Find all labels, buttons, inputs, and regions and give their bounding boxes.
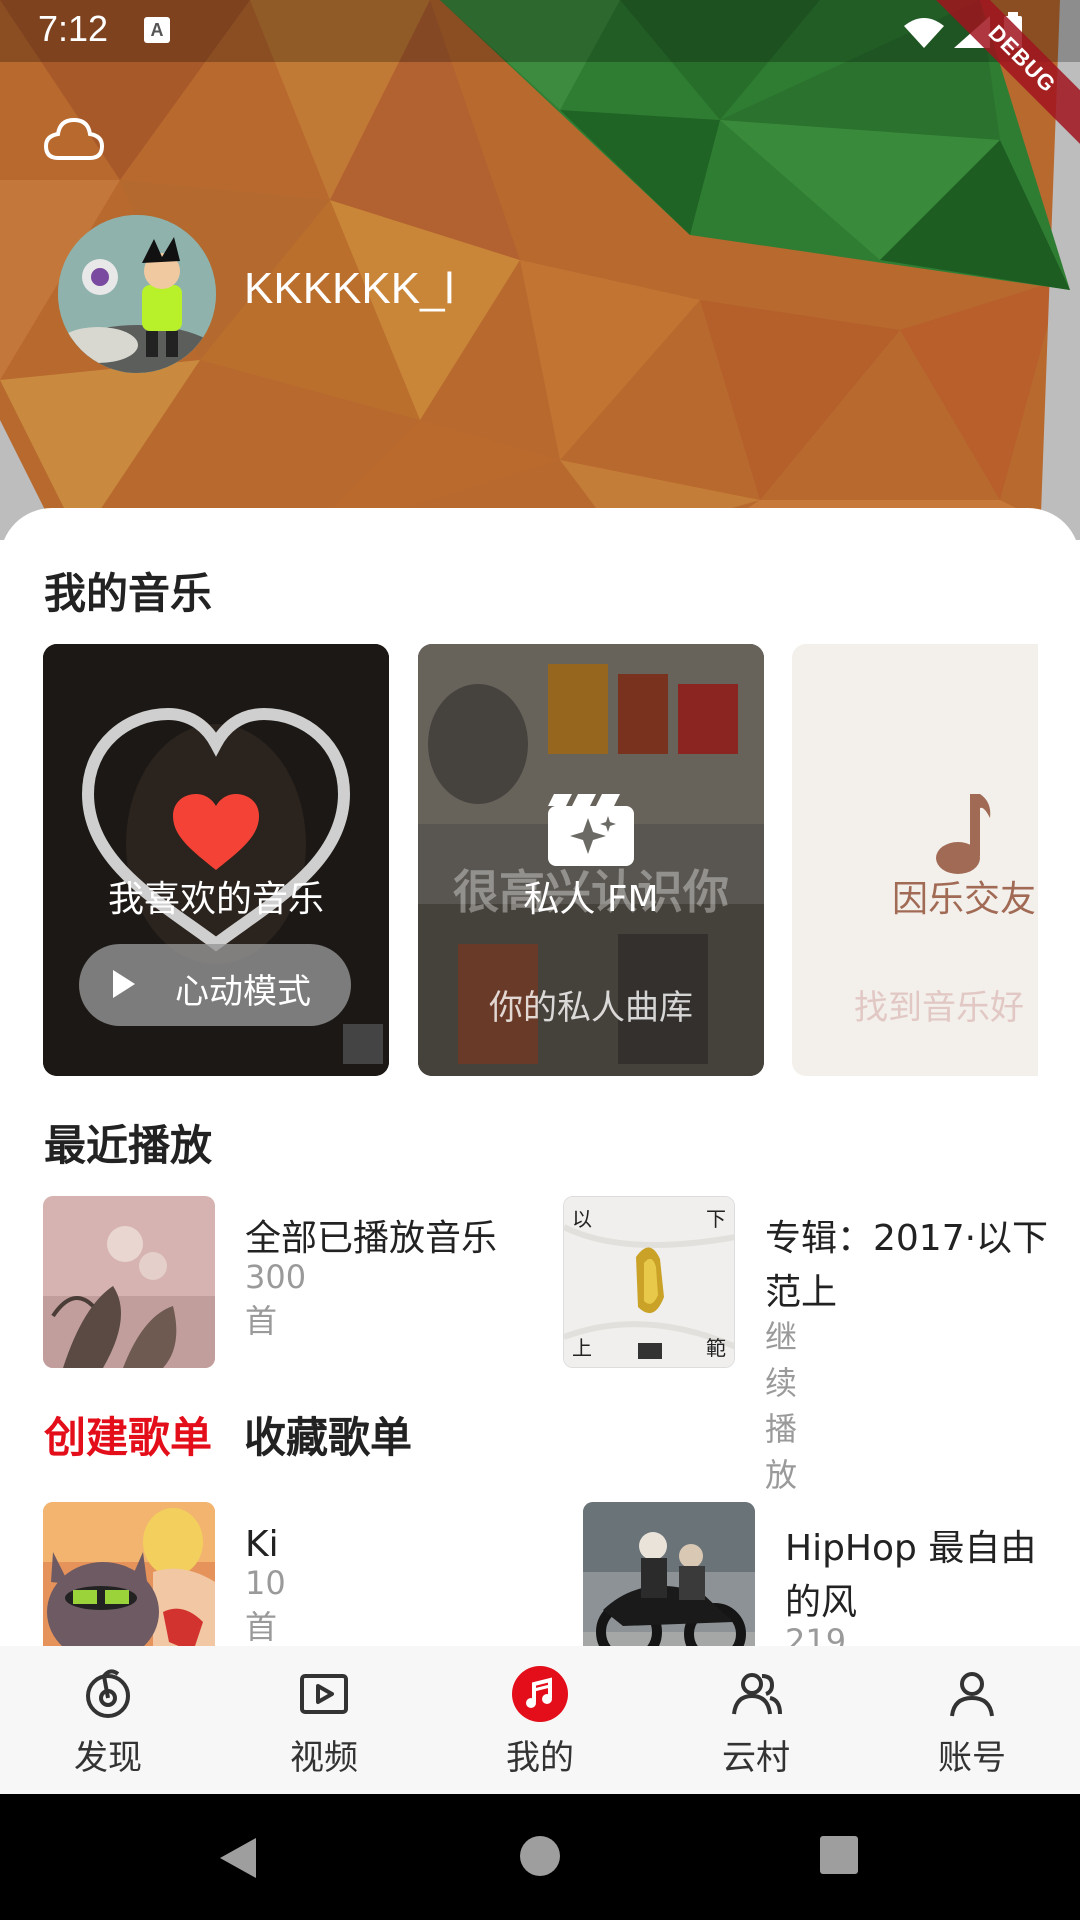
nav-label-community: 云村 — [722, 1738, 790, 1778]
my-music-title: 我的音乐 — [44, 569, 213, 618]
recent-album-title-line2: 范上 — [765, 1272, 838, 1313]
playlist-hiphop-count: 219首 — [785, 1622, 847, 1646]
nav-item-video[interactable]: 视频 — [216, 1646, 432, 1794]
back-icon[interactable] — [216, 1834, 260, 1882]
people-icon — [732, 1673, 782, 1715]
heart-icon — [173, 794, 259, 870]
status-time: 7:12 — [38, 8, 109, 49]
fm-sparkle-icon — [548, 794, 634, 866]
music-note-icon — [936, 794, 991, 874]
username[interactable]: KKKKKK_l — [244, 264, 454, 314]
playlist-ki-title: Ki — [245, 1524, 279, 1565]
play-icon — [113, 970, 135, 998]
person-icon — [950, 1672, 994, 1717]
nav-item-mine[interactable]: 我的 — [432, 1646, 648, 1794]
album-corner-tl: 以 — [572, 1207, 592, 1231]
netease-logo-icon — [86, 1669, 130, 1718]
playlist-hiphop-title: HipHop 最自由 的风 — [785, 1522, 1075, 1630]
playlist-ki-count: 10首 — [245, 1564, 286, 1646]
private-fm-card[interactable]: 很高兴认识你 私人 FM 你的私人曲库 — [418, 644, 764, 1076]
music-social-card[interactable]: 因乐交友 找到音乐好 — [792, 644, 1038, 1076]
tab-created-playlists[interactable]: 创建歌单 — [44, 1404, 212, 1465]
avatar[interactable] — [58, 215, 216, 373]
wifi-icon — [904, 18, 944, 48]
album-corner-bl: 上 — [572, 1336, 592, 1360]
notification-icon: A — [144, 17, 170, 43]
nav-label-discover: 发现 — [74, 1738, 142, 1778]
home-icon[interactable] — [518, 1834, 562, 1878]
nav-label-video: 视频 — [290, 1738, 358, 1778]
video-play-icon — [300, 1674, 348, 1714]
liked-music-title: 我喜欢的音乐 — [107, 879, 324, 920]
nav-item-community[interactable]: 云村 — [648, 1646, 864, 1794]
recent-album-title-line1: 专辑：2017·以下 — [765, 1218, 1049, 1259]
recent-all-cover — [43, 1196, 215, 1368]
playlist-hiphop-cover — [583, 1502, 755, 1646]
album-corner-br: 範 — [706, 1336, 726, 1360]
recent-title: 最近播放 — [44, 1121, 213, 1170]
nav-item-account[interactable]: 账号 — [864, 1646, 1080, 1794]
liked-music-card[interactable]: 我喜欢的音乐 心动模式 — [43, 644, 389, 1076]
private-fm-title: 私人 FM — [523, 879, 659, 920]
music-note-icon — [512, 1666, 568, 1722]
private-fm-subtitle: 你的私人曲库 — [489, 988, 693, 1028]
recent-all-count: 300首 — [245, 1258, 307, 1340]
cloud-icon[interactable] — [43, 114, 105, 166]
heart-mode-button[interactable]: 心动模式 — [79, 944, 351, 1026]
bottom-nav: 发现 视频 我的 云村 账号 — [0, 1646, 1080, 1794]
system-nav-bar — [0, 1794, 1080, 1920]
nav-label-account: 账号 — [938, 1738, 1006, 1778]
tab-collected-playlists[interactable]: 收藏歌单 — [244, 1404, 412, 1465]
music-social-title: 因乐交友 — [892, 879, 1037, 920]
nav-label-mine: 我的 — [506, 1738, 574, 1778]
playlist-ki-cover — [43, 1502, 215, 1646]
recent-album-cover: 以 下 上 範 — [563, 1196, 735, 1368]
content-sheet: 我的音乐 我喜欢的音乐 心动模式 很高兴认识你 私人 FM 你的私人曲库 因乐交… — [0, 508, 1080, 1646]
recent-album-title: 专辑：2017·以下 范上 — [765, 1212, 1075, 1320]
recent-album-subtitle: 继续播放 — [765, 1318, 798, 1494]
nav-item-discover[interactable]: 发现 — [0, 1646, 216, 1794]
music-social-subtitle: 找到音乐好 — [854, 988, 1024, 1028]
heart-mode-label: 心动模式 — [175, 972, 311, 1012]
recents-icon[interactable] — [818, 1834, 860, 1876]
status-bar: 7:12 A — [0, 0, 1080, 62]
playlist-hiphop-title-line1: HipHop 最自由 — [785, 1528, 1037, 1569]
album-corner-tr: 下 — [706, 1207, 726, 1231]
